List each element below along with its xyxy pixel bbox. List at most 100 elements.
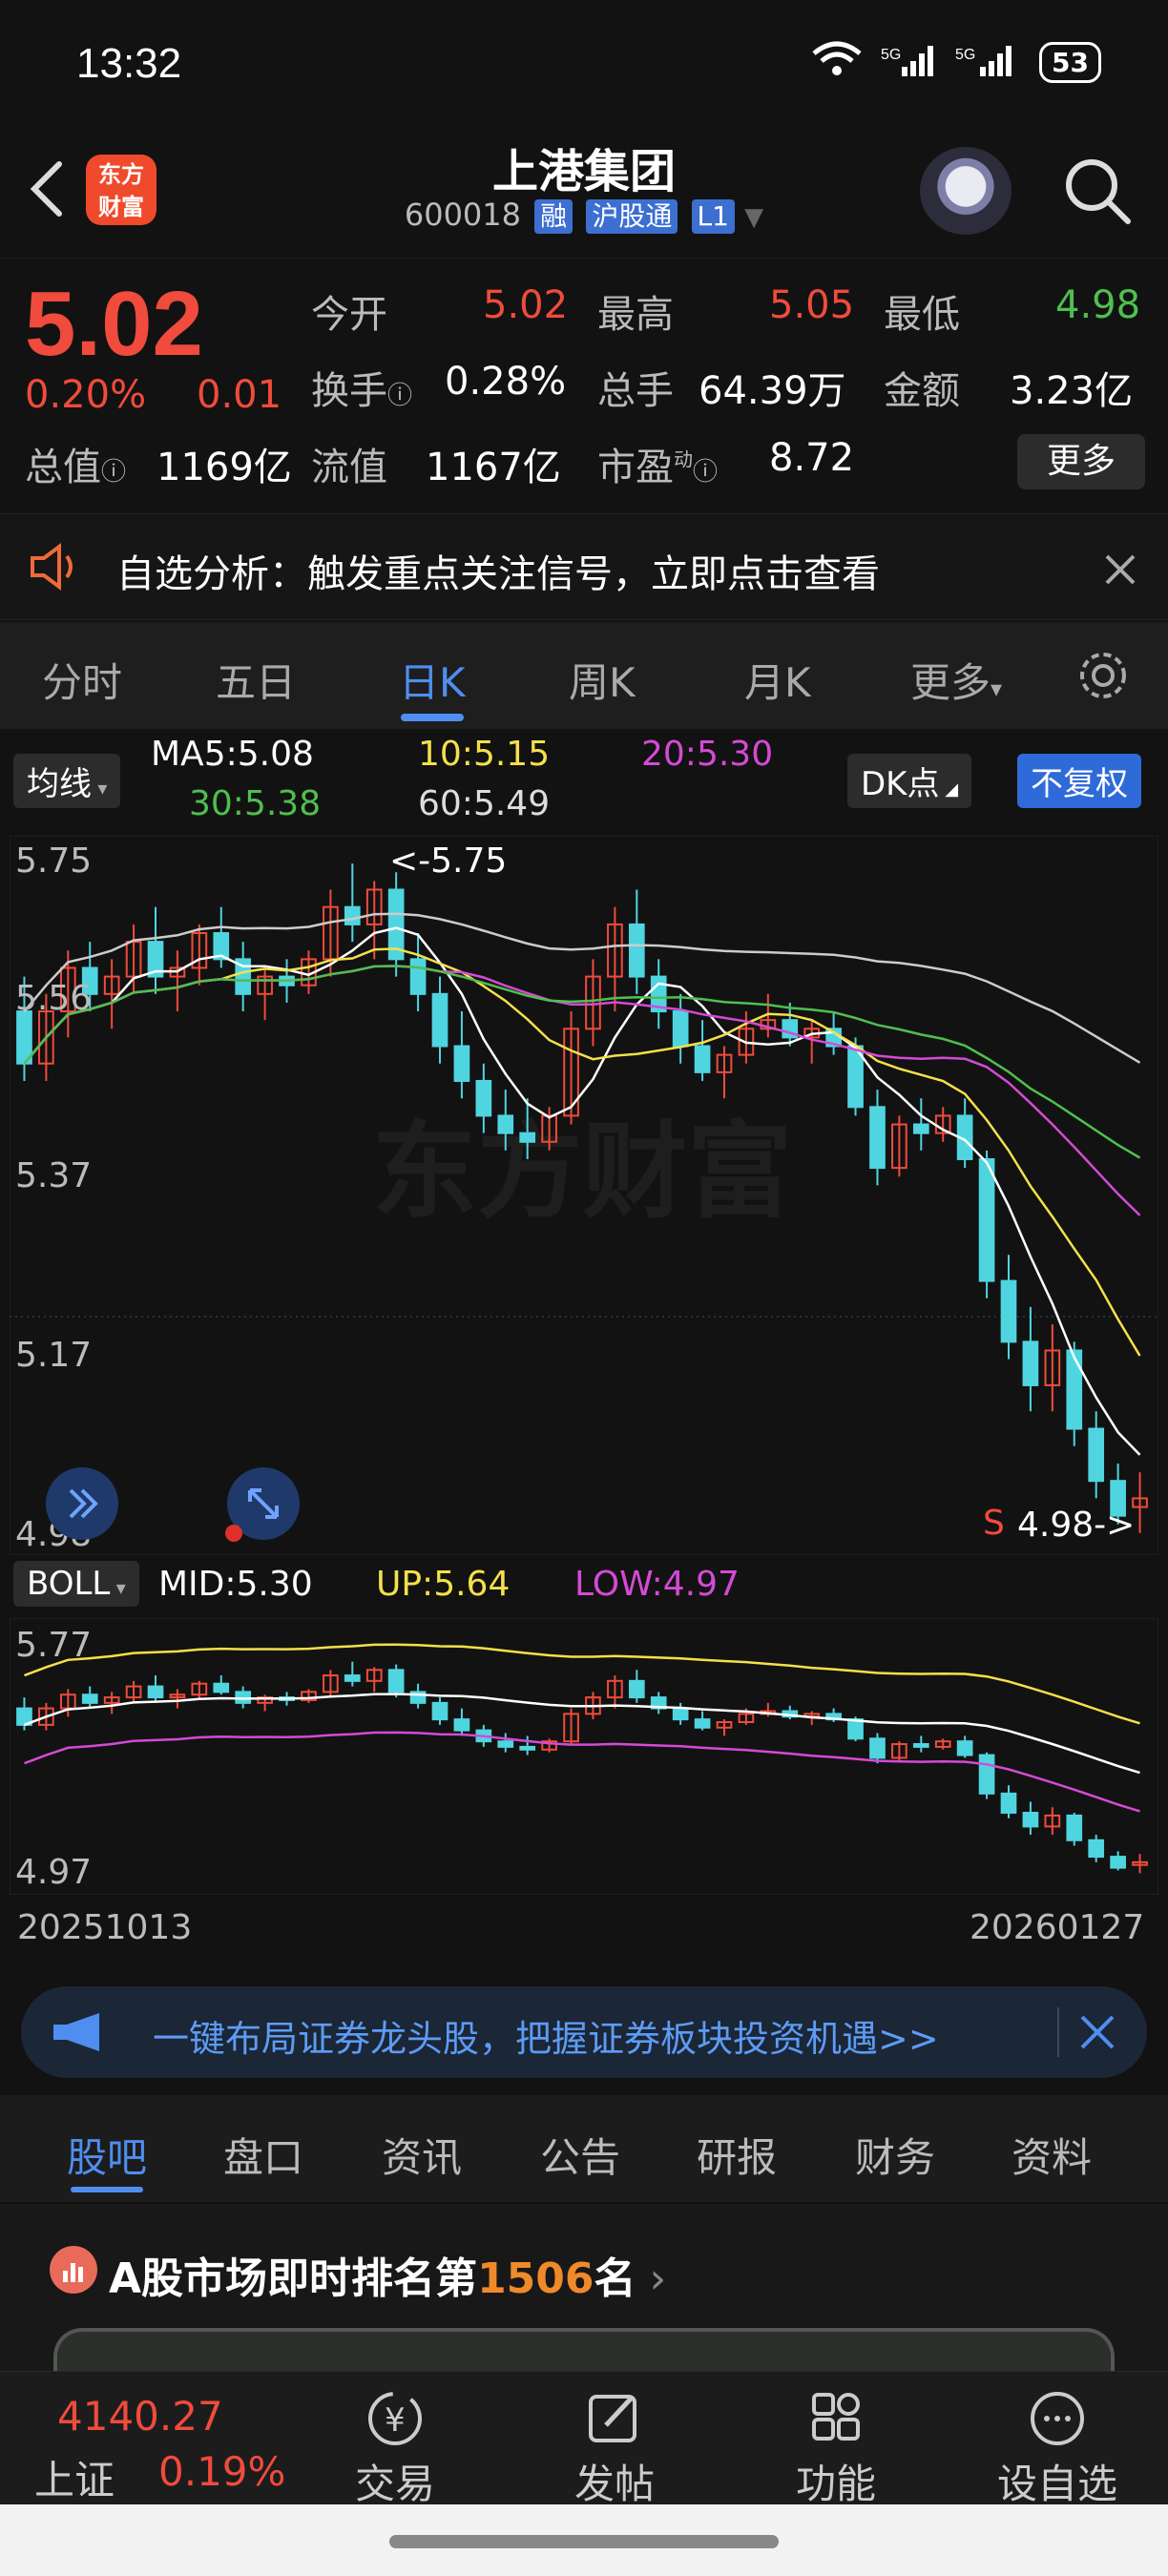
kline-chart[interactable]: 东方财富 5.75 5.56 5.37 5.17 4.98 <-5.75 4.9…: [9, 835, 1159, 1556]
candle-body: [519, 1745, 536, 1751]
search-button[interactable]: [1061, 155, 1134, 227]
alert-text: 自选分析：触发重点关注信号，立即点击查看: [116, 552, 880, 596]
close-icon[interactable]: [1078, 2013, 1116, 2051]
tab-forum[interactable]: 股吧: [67, 2126, 147, 2184]
low-value: 4.98: [1055, 283, 1141, 327]
dock-trade[interactable]: ¥ 交易: [319, 2385, 471, 2510]
close-icon[interactable]: [1103, 552, 1137, 587]
boll-chart[interactable]: 5.77 4.97: [9, 1617, 1159, 1896]
dock-functions[interactable]: 功能: [760, 2385, 912, 2510]
ma-selector[interactable]: 均线 ▾: [13, 754, 121, 808]
candle-body: [431, 992, 448, 1048]
float-value: 1167亿: [426, 446, 561, 489]
more-button[interactable]: 更多: [1017, 434, 1145, 489]
expand-left-button[interactable]: [46, 1467, 118, 1540]
tab-orderbook[interactable]: 盘口: [223, 2126, 303, 2184]
tab-monthly-k[interactable]: 月K: [744, 651, 811, 709]
candle-body: [1022, 1812, 1039, 1828]
home-indicator[interactable]: [389, 2535, 779, 2548]
tab-announcements[interactable]: 公告: [540, 2126, 620, 2184]
tab-research[interactable]: 研报: [697, 2126, 777, 2184]
tab-more[interactable]: 更多▾: [910, 651, 1002, 709]
svg-text:5G: 5G: [955, 47, 975, 63]
tab-weekly-k[interactable]: 周K: [569, 651, 636, 709]
tag-margin: 融: [534, 199, 574, 234]
index-change: 0.19%: [158, 2448, 286, 2495]
market-rank[interactable]: A股市场即时排名第1506名 ›: [0, 2204, 1168, 2376]
sell-signal-label: S: [983, 1504, 1005, 1543]
speaker-icon: [31, 543, 73, 591]
candle-body: [847, 1718, 864, 1740]
open-value: 5.02: [483, 283, 569, 327]
change-value: 0.01: [197, 373, 282, 417]
amount-value: 3.23亿: [1010, 369, 1134, 413]
candle-body: [1000, 1792, 1017, 1815]
pe-label: 市盈动ⓘ: [597, 446, 719, 489]
candle-body: [497, 1114, 514, 1134]
max-price-label: <-5.75: [389, 841, 508, 881]
tab-profile[interactable]: 资料: [1012, 2126, 1092, 2184]
promo-banner[interactable]: 一键布局证券龙头股，把握证券板块投资机遇>>: [21, 1986, 1147, 2078]
ma60-value: 60:5.49: [418, 784, 551, 823]
svg-text:东方财富: 东方财富: [372, 1111, 792, 1233]
boll-svg: [9, 1617, 1159, 1896]
candle-body: [147, 1685, 164, 1699]
search-icon: [1066, 159, 1131, 224]
status-time: 13:32: [76, 40, 182, 87]
candle-body: [1000, 1279, 1017, 1343]
promo-text: 一键布局证券龙头股，把握证券板块投资机遇>>: [153, 2018, 939, 2060]
candle-body: [213, 1682, 230, 1693]
ma10-value: 10:5.15: [418, 735, 551, 774]
turnover-value: 0.28%: [445, 360, 567, 404]
boll-mid-line: [24, 1693, 1140, 1775]
boll-selector[interactable]: BOLL ▾: [13, 1561, 139, 1607]
status-bar: 13:32 5G 5G 53: [0, 0, 1168, 134]
candle-body: [81, 1693, 98, 1704]
candle-body: [628, 923, 645, 978]
analysis-alert[interactable]: 自选分析：触发重点关注信号，立即点击查看: [0, 513, 1168, 620]
tab-news[interactable]: 资讯: [382, 2126, 462, 2184]
index-value: 4140.27: [57, 2393, 223, 2440]
candle-body: [409, 958, 427, 995]
active-tab-underline: [401, 714, 464, 721]
date-start: 20251013: [17, 1908, 193, 1947]
candle-body: [694, 1045, 711, 1073]
tag-level: L1: [691, 199, 735, 234]
candle-body: [16, 1010, 32, 1065]
candle-body: [1066, 1814, 1083, 1841]
candle-body: [1088, 1427, 1105, 1483]
stock-code: 600018: [404, 197, 521, 233]
assistant-robot-icon[interactable]: [920, 147, 1012, 235]
signal-icon-2: 5G: [955, 40, 1022, 85]
info-icon: ⓘ: [101, 458, 127, 487]
candle-body: [344, 905, 361, 925]
candle-body: [672, 1707, 689, 1721]
tab-daily-k[interactable]: 日K: [399, 651, 466, 709]
tab-finance[interactable]: 财务: [855, 2126, 935, 2184]
edit-icon: [589, 2395, 636, 2442]
candle-body: [869, 1106, 886, 1170]
dock-post[interactable]: 发帖: [538, 2385, 691, 2510]
tab-intraday[interactable]: 分时: [42, 651, 122, 709]
status-icons: 5G 5G 53: [810, 40, 1101, 85]
axis-tick-2: 5.56: [15, 979, 93, 1018]
more-dots-icon: [1031, 2392, 1084, 2445]
date-end: 20260127: [970, 1908, 1145, 1947]
quote-panel: 5.02 0.20% 0.01 今开 5.02 最高 5.05 最低 4.98 …: [0, 258, 1168, 510]
ma5-value: MA5:5.08: [151, 735, 314, 774]
candle-body: [475, 1079, 492, 1117]
high-label: 最高: [597, 293, 674, 337]
adjust-button[interactable]: 不复权: [1017, 754, 1141, 808]
double-chevron-icon: [69, 1488, 98, 1519]
dock-add-watchlist[interactable]: 设自选: [981, 2385, 1134, 2510]
tab-five-day[interactable]: 五日: [216, 651, 296, 709]
boll-tick-top: 5.77: [15, 1626, 93, 1665]
settings-gear-icon[interactable]: [1074, 647, 1132, 704]
svg-text:¥: ¥: [385, 2401, 406, 2440]
yen-circle-icon: ¥: [368, 2392, 422, 2445]
tag-connect: 沪股通: [586, 199, 678, 234]
index-quote[interactable]: 4140.27 上证 0.19%: [0, 2372, 286, 2505]
volume-label: 总手: [597, 369, 674, 413]
rank-icon: [50, 2246, 97, 2294]
dk-point-button[interactable]: DK点 ◢: [847, 754, 972, 808]
